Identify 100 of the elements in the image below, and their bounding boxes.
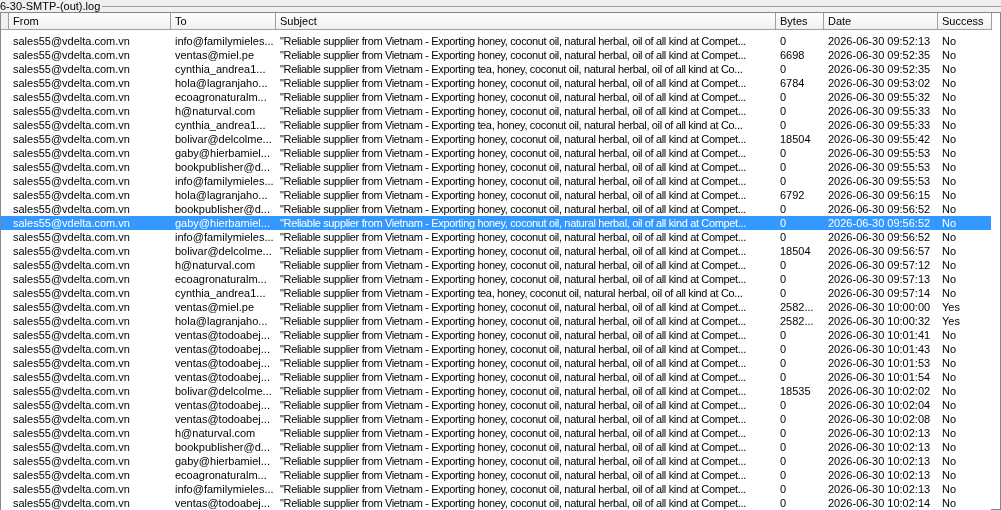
table-cell: sales55@vdelta.com.vn	[13, 287, 130, 299]
column-header[interactable]: Success	[938, 13, 992, 30]
table-cell: "Reliable supplier from Vietnam - Exporting honey, coconut oil, natural herbal, oil of all kind at Compet...	[280, 343, 746, 355]
column-header[interactable]	[1, 13, 9, 30]
table-cell: "Reliable supplier from Vietnam - Exporting honey, coconut oil, natural herbal, oil of all kind at Compet...	[280, 399, 746, 411]
table-cell: 2026-06-30 10:02:13	[828, 427, 931, 439]
table-cell: 2582...	[780, 315, 814, 327]
table-cell: 0	[780, 63, 787, 75]
table-cell: 2026-06-30 09:55:32	[828, 91, 931, 103]
table-cell: 2026-06-30 09:53:02	[828, 77, 931, 89]
column-header[interactable]: Subject	[276, 13, 776, 30]
table-cell: No	[942, 77, 957, 89]
table-cell: No	[942, 455, 957, 467]
table-cell: No	[942, 231, 957, 243]
table-cell: 0	[780, 119, 787, 131]
table-cell: "Reliable supplier from Vietnam - Exporting honey, coconut oil, natural herbal, oil of all kind at Compet...	[280, 371, 746, 383]
table-cell: "Reliable supplier from Vietnam - Exporting honey, coconut oil, natural herbal, oil of all kind at Compet...	[280, 175, 746, 187]
table-cell: 2026-06-30 10:01:54	[828, 371, 931, 383]
table-cell: sales55@vdelta.com.vn	[13, 329, 130, 341]
table-cell: 2026-06-30 09:56:52	[828, 203, 931, 215]
table-cell: 0	[780, 455, 787, 467]
table-cell: No	[942, 245, 957, 257]
table-cell: "Reliable supplier from Vietnam - Exporting honey, coconut oil, natural herbal, oil of all kind at Compet...	[280, 441, 746, 453]
table-cell: No	[942, 273, 957, 285]
table-row[interactable]: sales55@vdelta.com.vn ventas@todoabej... "Reliable supplier from Vietnam - Exporting honey, coconut oil, natural herbal, oil of all kind at Compet... 0 2026-06-30 10:02:14 No	[1, 496, 991, 510]
table-cell: "Reliable supplier from Vietnam - Exporting honey, coconut oil, natural herbal, oil of all kind at Compet...	[280, 259, 746, 271]
table-cell: "Reliable supplier from Vietnam - Exporting honey, coconut oil, natural herbal, oil of all kind at Compet...	[280, 497, 746, 509]
table-cell: No	[942, 189, 957, 201]
table-cell: sales55@vdelta.com.vn	[13, 231, 130, 243]
table-cell: ventas@todoabej...	[175, 371, 270, 383]
table-cell: 2026-06-30 10:02:13	[828, 483, 931, 495]
table-cell: No	[942, 329, 957, 341]
table-cell: bookpublisher@d...	[175, 203, 270, 215]
table-cell: gaby@hierbamiel...	[175, 455, 270, 467]
table-cell: No	[942, 343, 957, 355]
table-cell: sales55@vdelta.com.vn	[13, 203, 130, 215]
table-cell: hola@lagranjaho...	[175, 189, 268, 201]
table-cell: sales55@vdelta.com.vn	[13, 413, 130, 425]
table-cell: bolivar@delcolme...	[175, 133, 272, 145]
table-cell: ecoagronaturalm...	[175, 91, 267, 103]
table-cell: h@naturval.com	[175, 259, 256, 271]
table-cell: 2026-06-30 10:01:43	[828, 343, 931, 355]
table-cell: 2026-06-30 09:57:12	[828, 259, 931, 271]
table-cell: 2026-06-30 10:01:53	[828, 357, 931, 369]
table-cell: sales55@vdelta.com.vn	[13, 427, 130, 439]
table-cell: 2026-06-30 09:52:13	[828, 35, 931, 47]
table-cell: ventas@todoabej...	[175, 399, 270, 411]
table-cell: 2026-06-30 10:00:00	[828, 301, 931, 313]
table-cell: ventas@miel.pe	[175, 49, 255, 61]
table-cell: 2026-06-30 10:02:14	[828, 497, 931, 509]
column-header[interactable]: From	[9, 13, 171, 30]
table-cell: No	[942, 413, 957, 425]
table-cell: 2026-06-30 10:00:32	[828, 315, 931, 327]
table-cell: "Reliable supplier from Vietnam - Exporting tea, honey, coconut oil, natural herbal, oil of all kind at Co...	[280, 119, 743, 131]
table-cell: "Reliable supplier from Vietnam - Exporting honey, coconut oil, natural herbal, oil of all kind at Compet...	[280, 35, 746, 47]
table-cell: sales55@vdelta.com.vn	[13, 455, 130, 467]
table-cell: "Reliable supplier from Vietnam - Exporting honey, coconut oil, natural herbal, oil of all kind at Compet...	[280, 413, 746, 425]
table-cell: hola@lagranjaho...	[175, 315, 268, 327]
table-cell: 2026-06-30 10:01:41	[828, 329, 931, 341]
table-cell: "Reliable supplier from Vietnam - Exporting honey, coconut oil, natural herbal, oil of all kind at Compet...	[280, 455, 746, 467]
table-cell: 2026-06-30 09:57:14	[828, 287, 931, 299]
table-cell: sales55@vdelta.com.vn	[13, 399, 130, 411]
table-cell: No	[942, 483, 957, 495]
table-cell: 2026-06-30 09:56:52	[828, 217, 931, 229]
table-cell: sales55@vdelta.com.vn	[13, 301, 130, 313]
table-cell: 2026-06-30 09:52:35	[828, 63, 931, 75]
table-cell: No	[942, 203, 957, 215]
table-cell: "Reliable supplier from Vietnam - Exporting honey, coconut oil, natural herbal, oil of all kind at Compet...	[280, 385, 746, 397]
table-cell: No	[942, 133, 957, 145]
table-cell: 2026-06-30 09:56:52	[828, 231, 931, 243]
table-cell: sales55@vdelta.com.vn	[13, 343, 130, 355]
table-cell: 0	[780, 343, 787, 355]
table-cell: 0	[780, 329, 787, 341]
column-header[interactable]: To	[171, 13, 276, 30]
table-cell: hola@lagranjaho...	[175, 77, 268, 89]
table-cell: bolivar@delcolme...	[175, 385, 272, 397]
table-cell: "Reliable supplier from Vietnam - Exporting honey, coconut oil, natural herbal, oil of all kind at Compet...	[280, 147, 746, 159]
table-cell: 0	[780, 91, 787, 103]
table-cell: sales55@vdelta.com.vn	[13, 35, 130, 47]
table-cell: 0	[780, 217, 787, 229]
table-cell: "Reliable supplier from Vietnam - Exporting honey, coconut oil, natural herbal, oil of all kind at Compet...	[280, 49, 746, 61]
table-cell: 2026-06-30 09:56:57	[828, 245, 931, 257]
column-header[interactable]: Bytes	[776, 13, 824, 30]
table-cell: No	[942, 175, 957, 187]
table-cell: sales55@vdelta.com.vn	[13, 385, 130, 397]
table-cell: ventas@todoabej...	[175, 343, 270, 355]
table-cell: No	[942, 35, 957, 47]
table-cell: 2026-06-30 09:52:35	[828, 49, 931, 61]
table-cell: cynthia_andrea1...	[175, 63, 266, 75]
table-cell: sales55@vdelta.com.vn	[13, 259, 130, 271]
table-cell: gaby@hierbamiel...	[175, 147, 270, 159]
column-header[interactable]: Date	[824, 13, 938, 30]
table-cell: sales55@vdelta.com.vn	[13, 189, 130, 201]
table-cell: "Reliable supplier from Vietnam - Exporting honey, coconut oil, natural herbal, oil of all kind at Compet...	[280, 105, 746, 117]
table-cell: 0	[780, 413, 787, 425]
table-cell: 0	[780, 469, 787, 481]
table-cell: No	[942, 49, 957, 61]
table-cell: "Reliable supplier from Vietnam - Exporting tea, honey, coconut oil, natural herbal, oil of all kind at Co...	[280, 287, 743, 299]
table-cell: 0	[780, 357, 787, 369]
table-cell: sales55@vdelta.com.vn	[13, 245, 130, 257]
